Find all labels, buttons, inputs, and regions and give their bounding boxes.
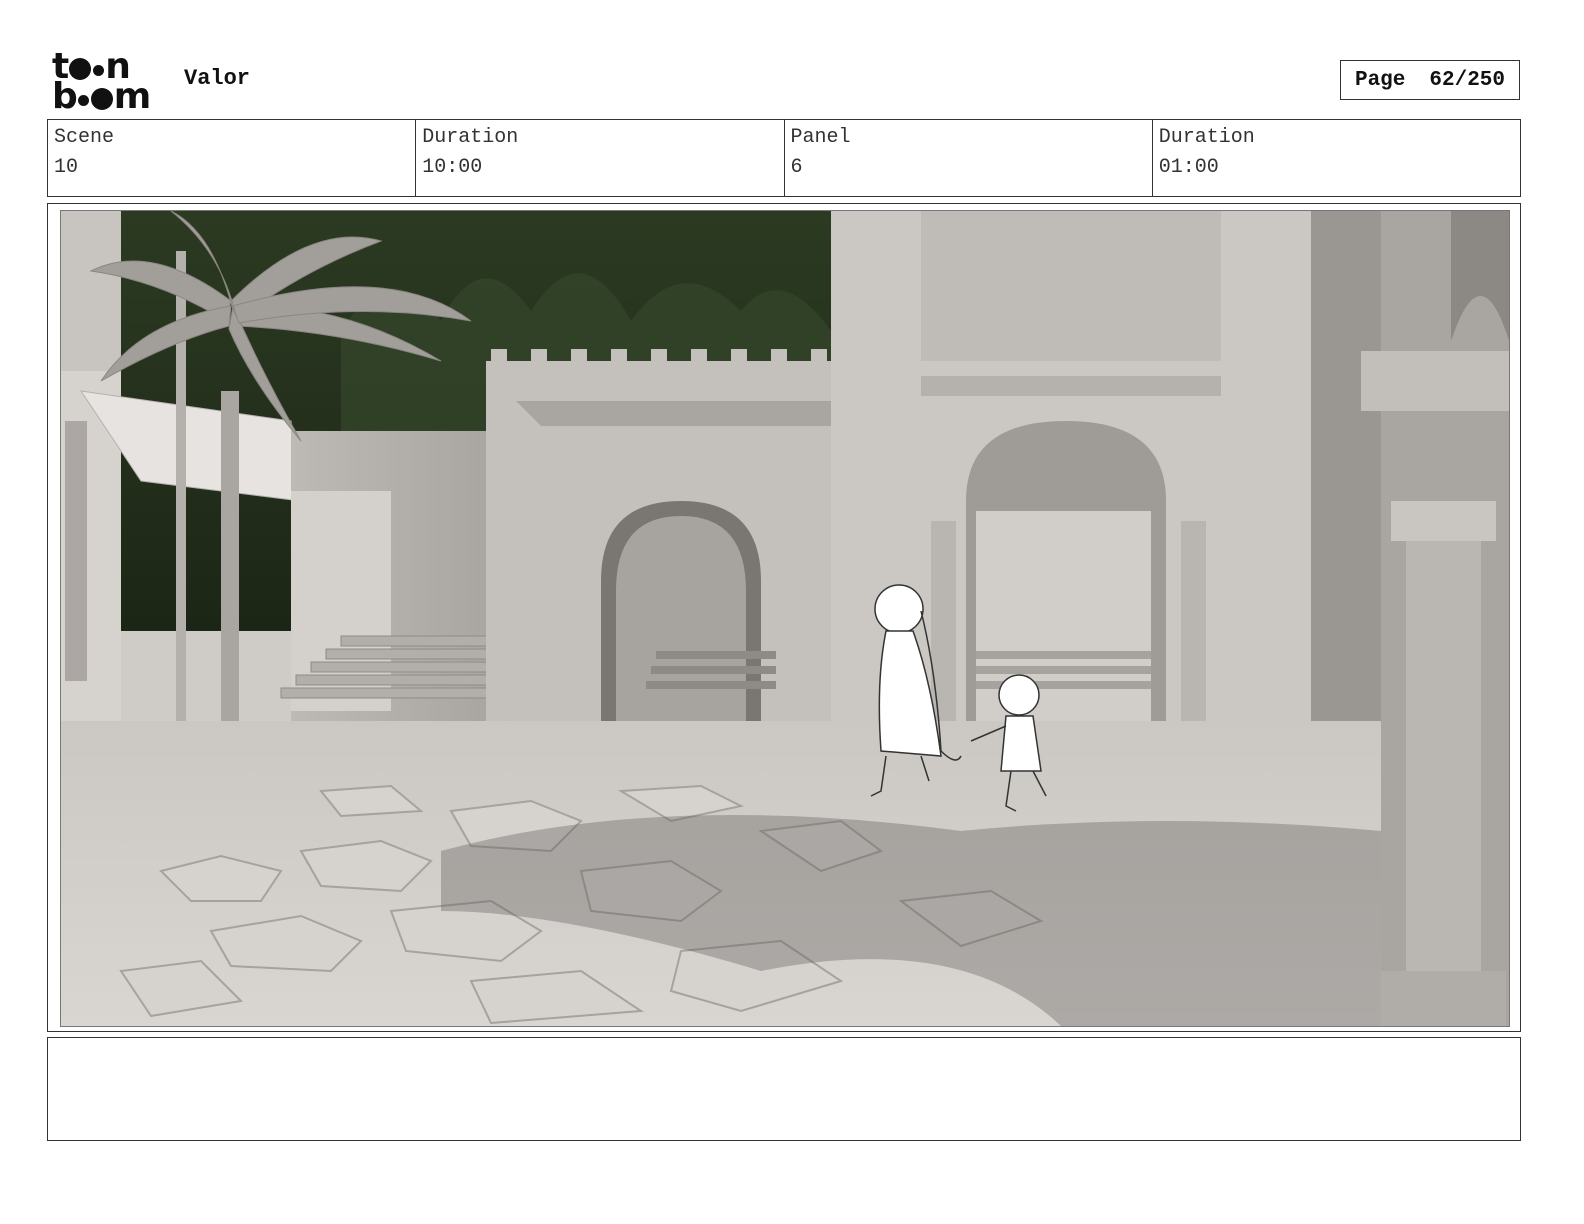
page-number: 62/250 <box>1429 68 1506 92</box>
logo-row-bottom: bm <box>52 76 151 117</box>
panel-duration-value: 01:00 <box>1158 156 1219 179</box>
panel-artwork <box>60 210 1510 1027</box>
panel-duration-label: Duration <box>1158 126 1255 149</box>
panel-value: 6 <box>790 156 803 179</box>
scene-duration-label: Duration <box>422 126 519 149</box>
courtyard-scene-illustration <box>61 211 1509 1026</box>
panel-notes-box[interactable] <box>47 1037 1521 1141</box>
panel-label: Panel <box>790 126 851 149</box>
gate-stairs <box>646 651 776 689</box>
crenellations <box>486 349 831 386</box>
panel-duration-cell: Duration 01:00 <box>1153 120 1520 196</box>
project-title: Valor <box>184 66 251 91</box>
scene-value: 10 <box>54 156 79 179</box>
scene-duration-value: 10:00 <box>422 156 483 179</box>
storyboard-panel-frame <box>47 203 1521 1032</box>
panel-cell: Panel 6 <box>785 120 1153 196</box>
scene-label: Scene <box>54 126 115 149</box>
scene-duration-cell: Duration 10:00 <box>416 120 785 196</box>
stone-column <box>1406 511 1481 981</box>
page-indicator: Page 62/250 <box>1340 60 1520 100</box>
page-label: Page <box>1354 68 1406 92</box>
scene-cell: Scene 10 <box>48 120 417 196</box>
scene-info-table: Scene 10 Duration 10:00 Panel 6 Duration… <box>47 119 1521 197</box>
toon-boom-logo: tn bm <box>52 49 164 117</box>
